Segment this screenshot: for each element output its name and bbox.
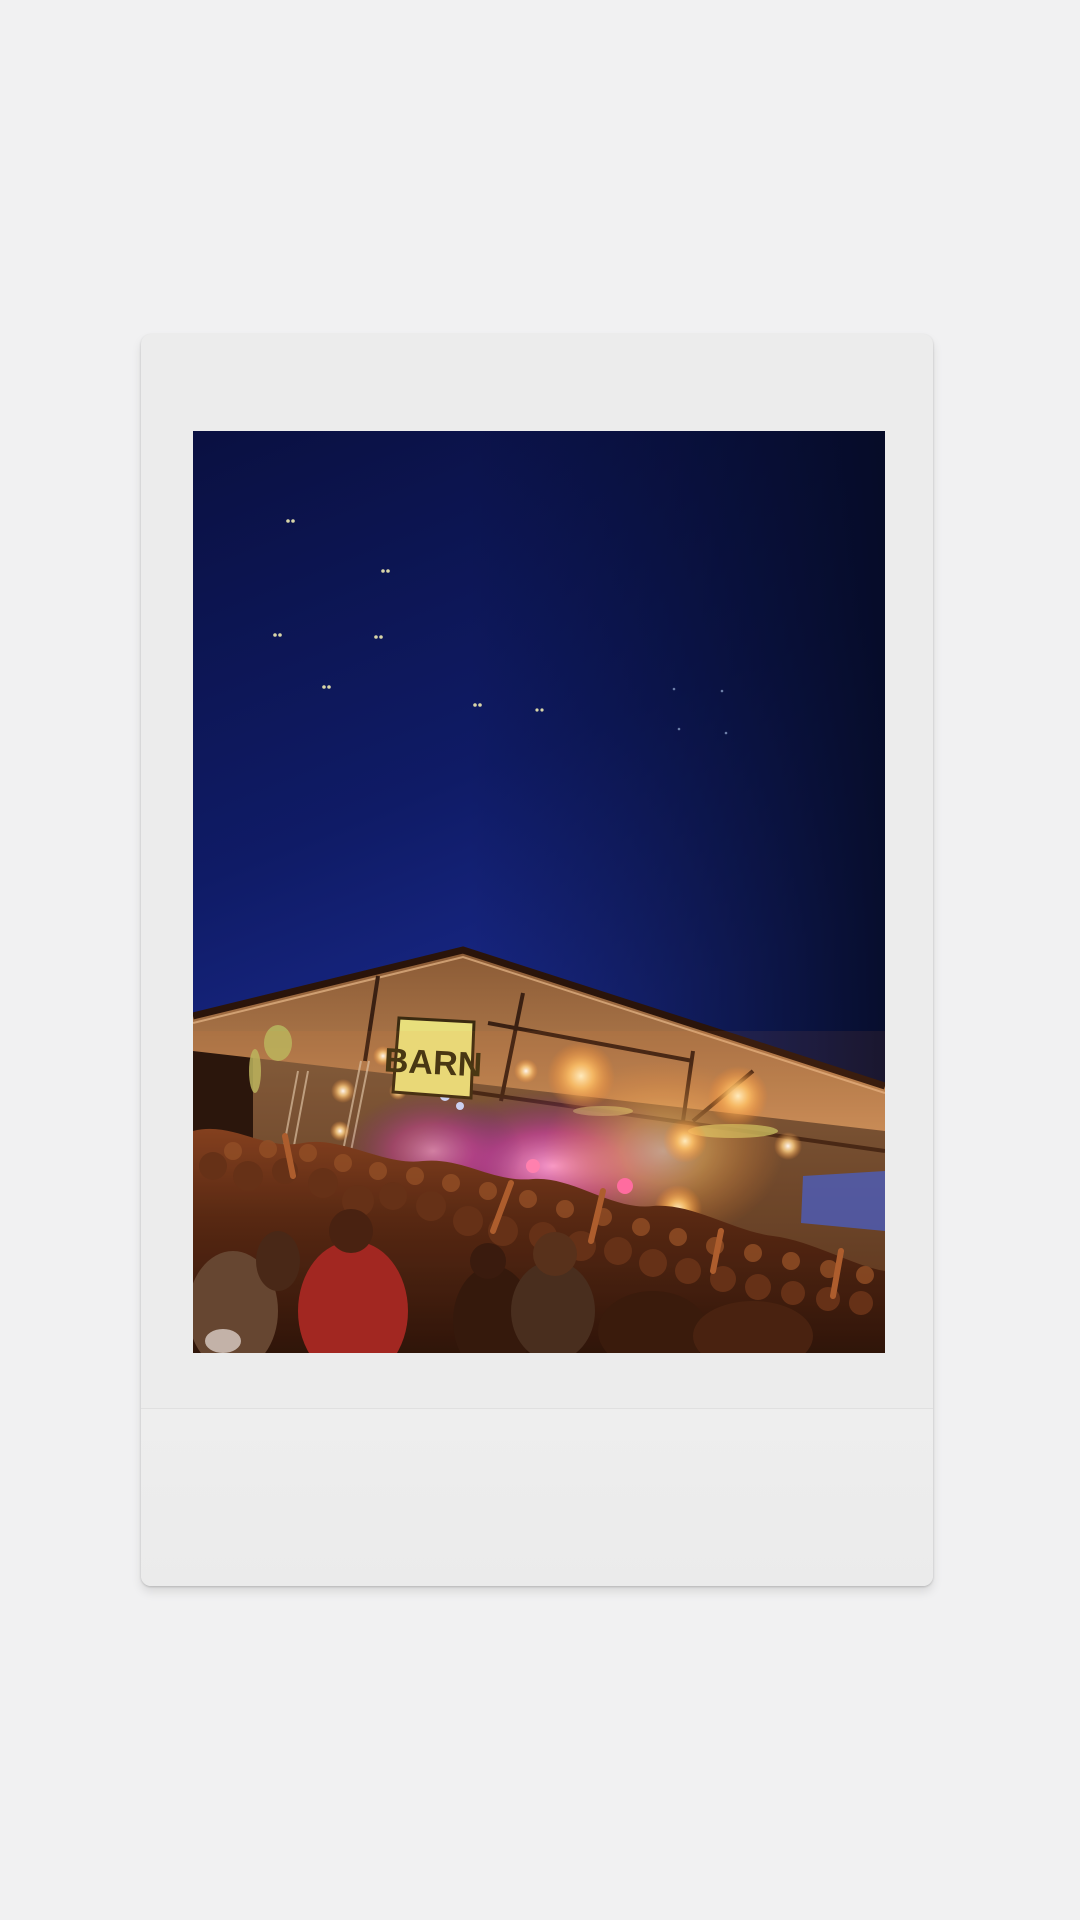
instant-photo-print: BARN 88 bbox=[141, 334, 933, 1586]
print-caption-area bbox=[141, 1409, 933, 1586]
concert-photo: BARN 88 bbox=[193, 431, 885, 1353]
concert-scene: BARN 88 bbox=[193, 431, 885, 1353]
page: BARN 88 bbox=[0, 0, 1080, 1920]
